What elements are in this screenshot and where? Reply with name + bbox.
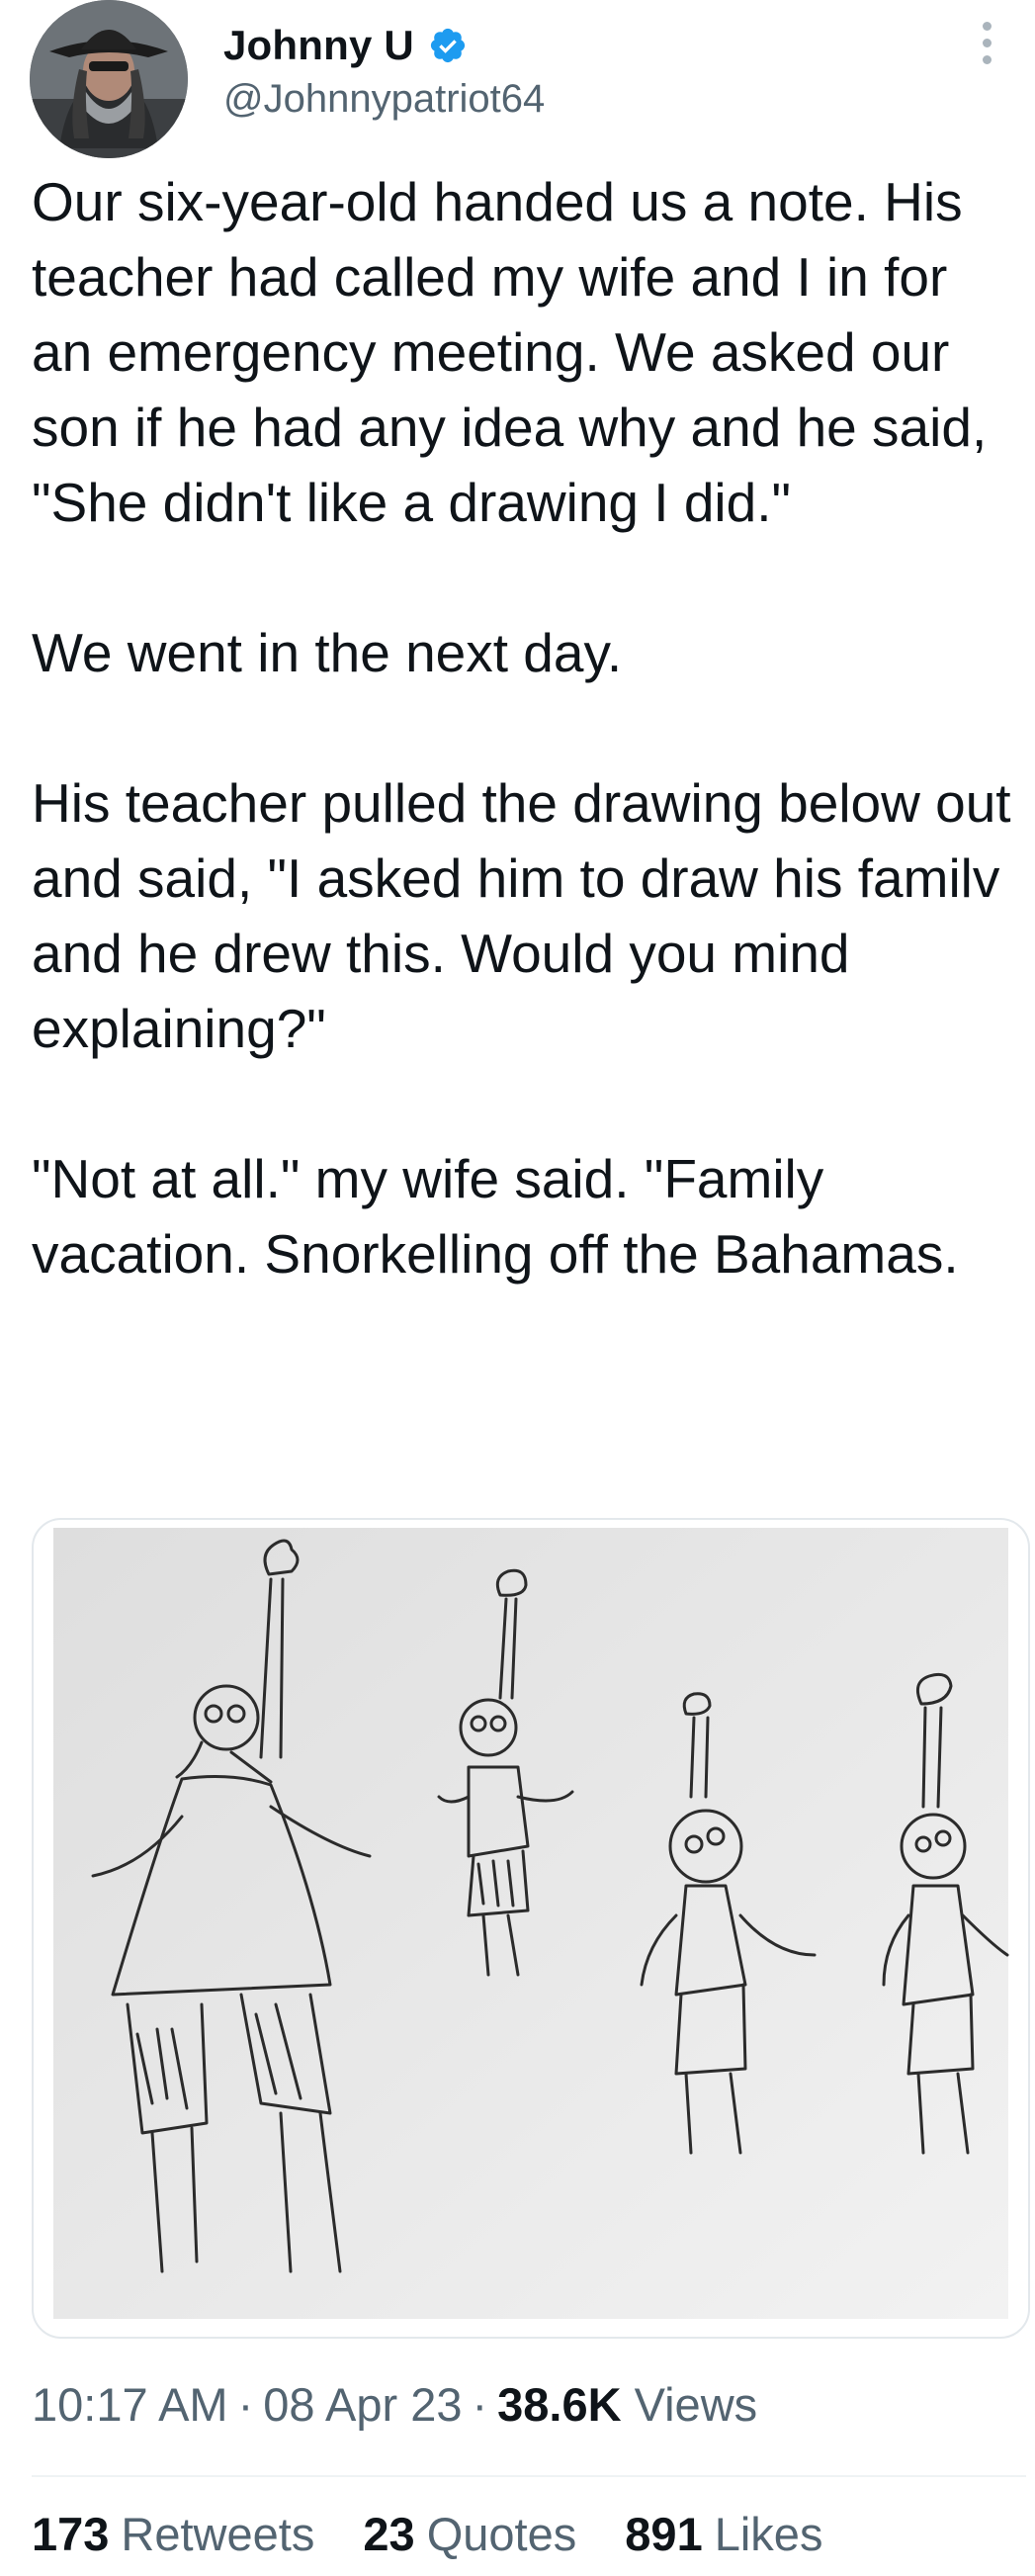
likes-stat[interactable]: 891 Likes (625, 2507, 822, 2561)
tweet-paragraph: "Not at all." my wife said. "Family vaca… (32, 1148, 959, 1285)
tweet-paragraph: We went in the next day. (32, 622, 623, 683)
views-count: 38.6K (497, 2378, 622, 2431)
retweets-stat[interactable]: 173 Retweets (32, 2507, 314, 2561)
child-drawing (53, 1528, 1009, 2319)
tweet-stats: 173 Retweets 23 Quotes 891 Likes (32, 2507, 858, 2561)
retweets-count: 173 (32, 2508, 110, 2560)
quotes-stat[interactable]: 23 Quotes (363, 2507, 576, 2561)
tweet-header: Johnny U @Johnnypatriot64 (0, 0, 1035, 163)
author-block[interactable]: Johnny U @Johnnypatriot64 (223, 20, 545, 122)
tweet-time[interactable]: 10:17 AM (32, 2378, 228, 2431)
avatar-image (30, 0, 188, 158)
verified-badge-icon (430, 28, 466, 63)
more-options-icon[interactable] (981, 22, 992, 67)
tweet-text: Our six-year-old handed us a note. His t… (32, 164, 1020, 1291)
quotes-count: 23 (363, 2508, 415, 2560)
author-name[interactable]: Johnny U (223, 22, 414, 69)
avatar[interactable] (30, 0, 188, 158)
likes-label: Likes (714, 2508, 823, 2560)
author-handle[interactable]: @Johnnypatriot64 (223, 77, 545, 122)
tweet-paragraph: His teacher pulled the drawing below out… (32, 772, 1011, 1059)
tweet-media-image[interactable] (32, 1518, 1030, 2339)
quotes-label: Quotes (426, 2508, 577, 2560)
divider (32, 2475, 1026, 2477)
views-label: Views (634, 2378, 758, 2431)
name-row: Johnny U (223, 20, 545, 71)
retweets-label: Retweets (121, 2508, 315, 2560)
tweet-meta: 10:17 AM · 08 Apr 23 · 38.6K Views (32, 2378, 758, 2431)
likes-count: 891 (625, 2508, 703, 2560)
tweet-paragraph: Our six-year-old handed us a note. His t… (32, 171, 988, 533)
tweet-date[interactable]: 08 Apr 23 (263, 2378, 462, 2431)
